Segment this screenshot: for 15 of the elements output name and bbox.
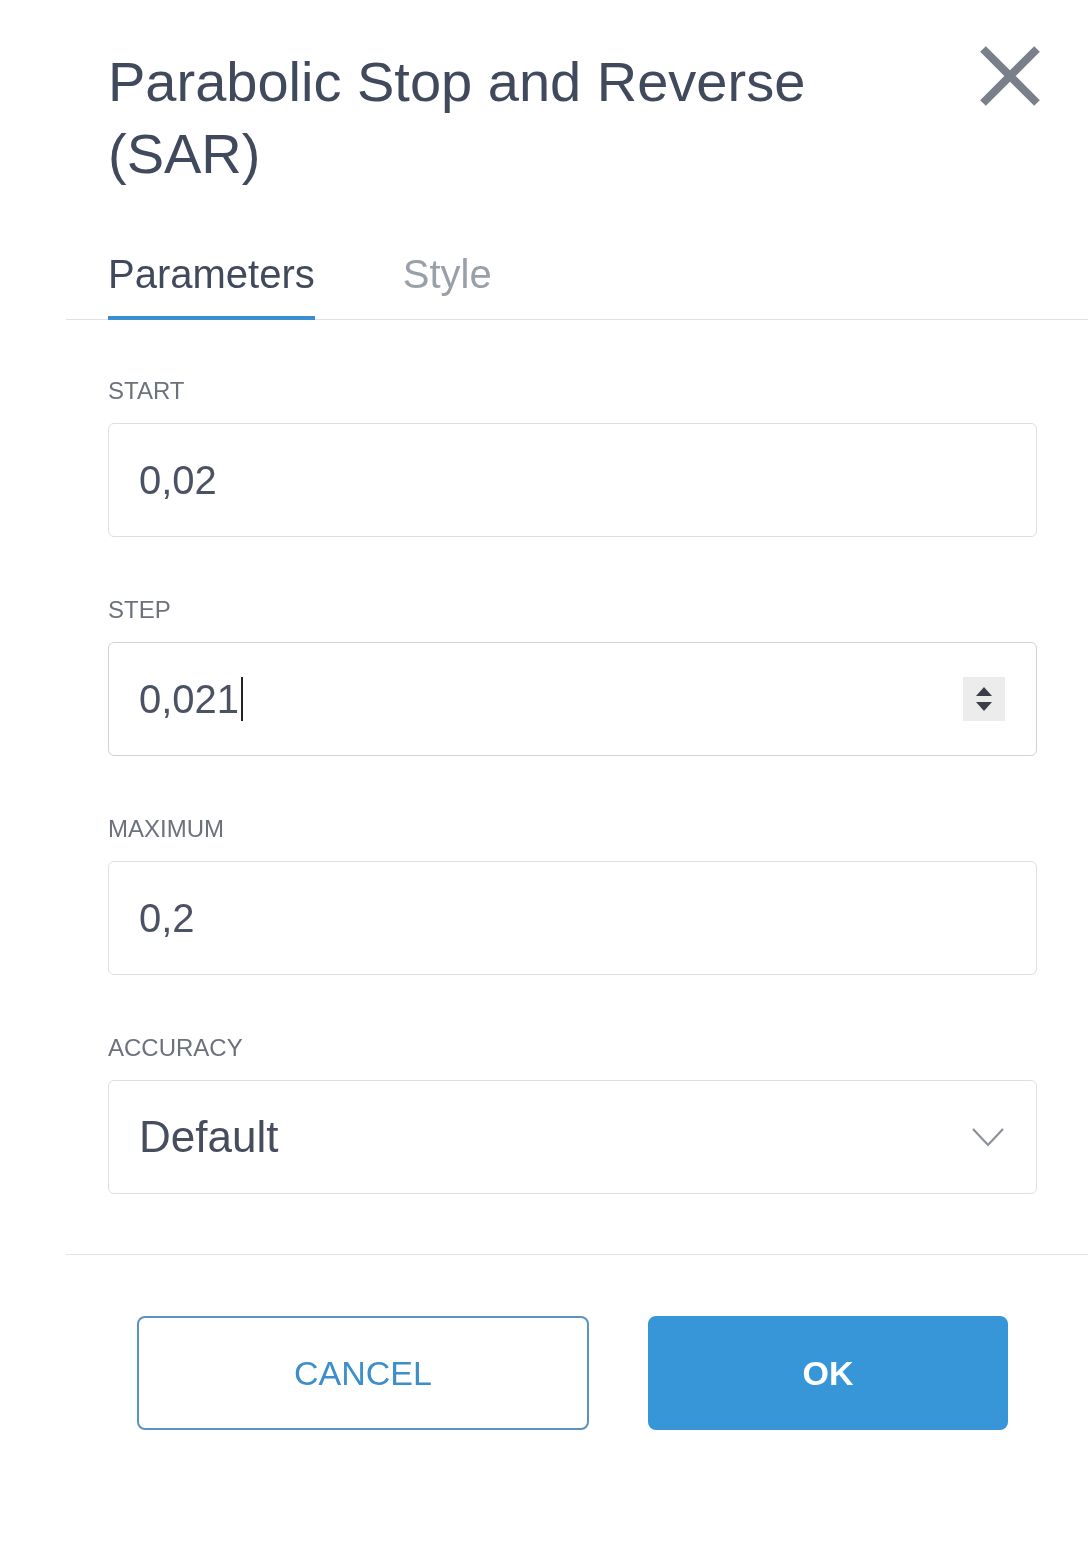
tab[interactable]: Parameters xyxy=(108,250,315,320)
spinner-icon[interactable] xyxy=(963,677,1005,721)
dropdown-field[interactable]: Default xyxy=(108,1080,1037,1194)
field-label: MAXIMUM xyxy=(108,814,224,844)
field-label: STEP xyxy=(108,595,171,625)
number-input[interactable]: 0,2 xyxy=(108,861,1037,975)
cancel-button[interactable]: CANCEL xyxy=(137,1316,589,1430)
number-input[interactable]: 0,021 xyxy=(108,642,1037,756)
chevron-down-icon[interactable] xyxy=(972,1127,1004,1147)
dialog-title: Parabolic Stop and Reverse (SAR) xyxy=(108,49,807,187)
field-label: START xyxy=(108,376,185,406)
number-input[interactable]: 0,02 xyxy=(108,423,1037,537)
text-cursor-icon xyxy=(241,677,244,721)
close-button[interactable] xyxy=(980,46,1040,106)
field-label: ACCURACY xyxy=(108,1033,243,1063)
